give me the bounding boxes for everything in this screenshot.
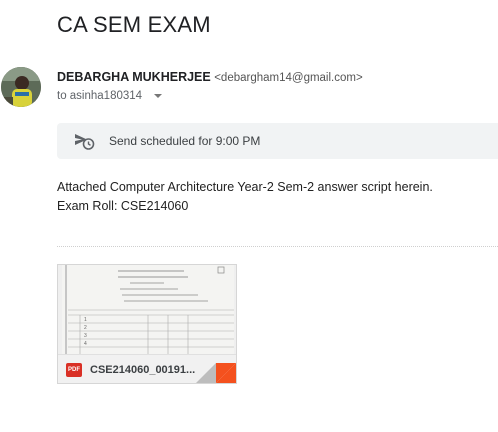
body-line-2: Exam Roll: CSE214060 (57, 199, 189, 213)
sender-name[interactable]: DEBARGHA MUKHERJEE (57, 70, 211, 84)
body-line-1: Attached Computer Architecture Year-2 Se… (57, 180, 433, 194)
scheduled-send-banner: Send scheduled for 9:00 PM (57, 123, 498, 159)
email-subject: CA SEM EXAM (57, 12, 211, 37)
svg-text:3: 3 (84, 333, 87, 339)
email-body: Attached Computer Architecture Year-2 Se… (57, 178, 433, 216)
svg-text:1: 1 (84, 317, 87, 323)
divider (57, 246, 498, 247)
attachment-thumbnail[interactable]: 1 2 3 4 (58, 265, 236, 354)
svg-text:4: 4 (84, 341, 87, 347)
recipient-line[interactable]: to asinha180314 (57, 90, 163, 102)
scheduled-send-icon (73, 131, 97, 151)
corner-fold-icon (196, 363, 236, 383)
svg-text:2: 2 (84, 325, 87, 331)
pdf-file-icon: PDF (66, 363, 82, 377)
chevron-down-icon[interactable] (154, 94, 163, 98)
attachment-card[interactable]: 1 2 3 4 PDF CSE214060_00191... (57, 264, 237, 384)
attachment-filename[interactable]: CSE214060_00191... (90, 364, 206, 376)
sender-line: DEBARGHA MUKHERJEE <debargham14@gmail.co… (57, 70, 363, 84)
sender-email: <debargham14@gmail.com> (214, 72, 363, 84)
schedule-label: Send scheduled for 9:00 PM (109, 134, 261, 148)
recipient-label: to asinha180314 (57, 90, 143, 102)
avatar[interactable] (1, 67, 41, 107)
